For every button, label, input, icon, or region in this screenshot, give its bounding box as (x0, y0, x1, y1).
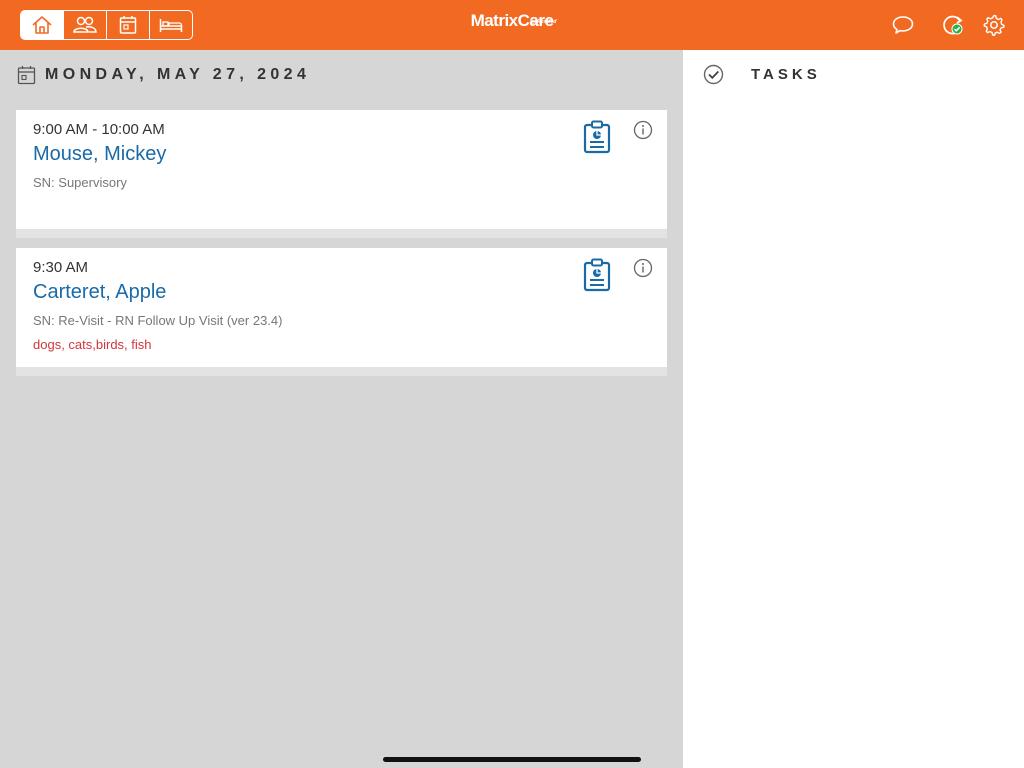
tasks-header: TASKS (703, 64, 821, 85)
patient-name-link[interactable]: Carteret, Apple (33, 281, 166, 304)
visit-card[interactable]: 9:30 AM Carteret, Apple SN: Re-Visit - R… (16, 248, 667, 376)
home-indicator[interactable] (383, 757, 641, 762)
brand-sub: by ResMed (530, 19, 557, 25)
patient-name-link[interactable]: Mouse, Mickey (33, 143, 166, 166)
schedule-date: MONDAY, MAY 27, 2024 (45, 66, 311, 83)
schedule-panel: MONDAY, MAY 27, 2024 9:00 AM - 10:00 AM … (0, 50, 683, 768)
info-icon[interactable] (633, 120, 653, 140)
visit-service: SN: Supervisory (33, 175, 127, 190)
tasks-title: TASKS (751, 66, 821, 83)
sync-check-icon[interactable] (941, 13, 965, 37)
tasks-panel: TASKS (683, 50, 1024, 768)
clipboard-icon[interactable] (583, 258, 611, 292)
gear-icon[interactable] (982, 13, 1006, 37)
visit-service: SN: Re-Visit - RN Follow Up Visit (ver 2… (33, 313, 283, 328)
calendar-icon (17, 66, 36, 85)
visit-time: 9:30 AM (33, 259, 89, 276)
chat-icon[interactable] (891, 13, 915, 37)
visit-time: 9:00 AM - 10:00 AM (33, 121, 165, 138)
app-header: MatrixCare by ResMed (0, 0, 1024, 50)
clipboard-icon[interactable] (583, 120, 611, 154)
info-icon[interactable] (633, 258, 653, 278)
brand-logo: MatrixCare (0, 11, 1024, 31)
check-circle-icon (703, 64, 724, 85)
date-header: MONDAY, MAY 27, 2024 (17, 65, 310, 85)
visit-card[interactable]: 9:00 AM - 10:00 AM Mouse, Mickey SN: Sup… (16, 110, 667, 238)
patient-alert-notes: dogs, cats,birds, fish (33, 337, 152, 352)
